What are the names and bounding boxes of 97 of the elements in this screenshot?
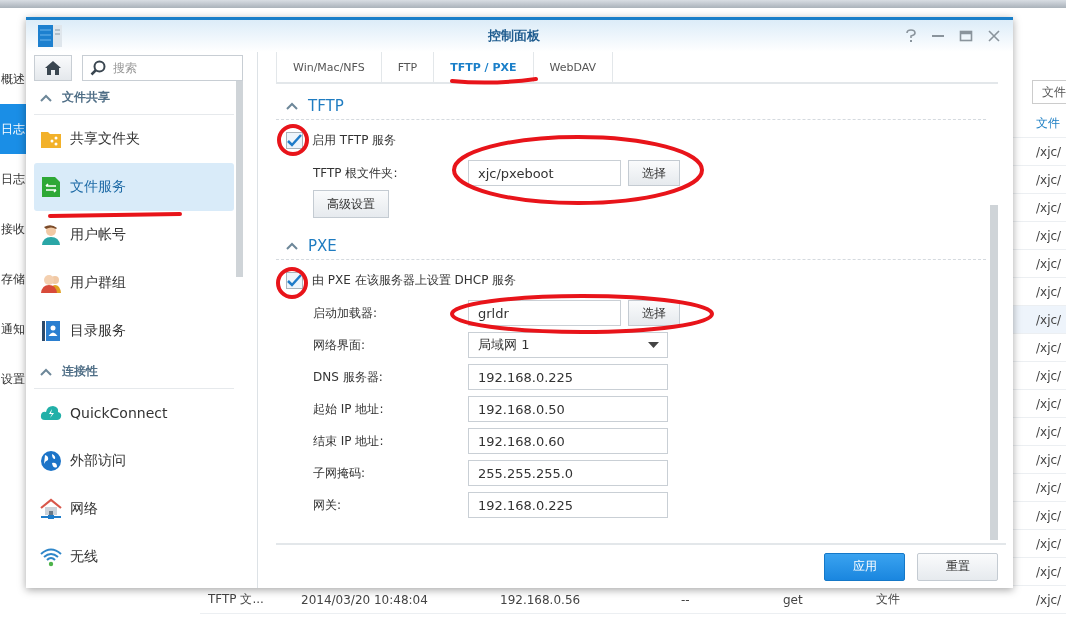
advanced-settings-button[interactable]: 高级设置 [313, 190, 389, 218]
input-field[interactable]: grldr [468, 300, 621, 326]
checkbox-label: 由 PXE 在该服务器上设置 DHCP 服务 [312, 271, 517, 289]
table-cell-text: /xjc/ [1035, 227, 1063, 245]
field-label: 网关: [313, 496, 343, 514]
caret-icon [648, 342, 659, 348]
section-header: 连接性 [62, 363, 98, 380]
table-cell-text: /xjc/ [1035, 339, 1063, 357]
checkbox[interactable] [286, 131, 303, 149]
table-cell-text: 2014/03/20 10:48:04 [300, 591, 429, 609]
sidebar-item[interactable]: 用户群组 [34, 259, 234, 307]
nav-item[interactable]: 接收 [0, 204, 26, 254]
field-label: 结束 IP 地址: [313, 432, 385, 450]
chevron-up-icon[interactable] [286, 241, 298, 250]
sidebar-item[interactable]: 文件服务 [34, 163, 234, 211]
scrollbar[interactable] [990, 205, 998, 540]
search-field[interactable]: 搜索 [82, 55, 243, 81]
browse-button[interactable]: 选择 [628, 160, 680, 186]
sidebar-item[interactable]: 网络 [34, 485, 234, 533]
table-cell-text: /xjc/ [1035, 507, 1063, 525]
nav-item[interactable]: 日志 [0, 104, 26, 154]
chevron-up-icon[interactable] [286, 101, 298, 110]
table-cell-text: /xjc/ [1035, 255, 1063, 273]
filter-field[interactable]: 文件 [1032, 80, 1066, 104]
reset-button[interactable]: 重置 [917, 552, 998, 581]
table-cell-text: get [782, 591, 804, 609]
tab[interactable]: WebDAV [533, 52, 614, 82]
table-cell-text: /xjc/ [1035, 591, 1063, 609]
input-field[interactable]: 192.168.0.50 [468, 396, 668, 422]
users-icon [40, 272, 62, 294]
table-cell-text: /xjc/ [1035, 199, 1063, 217]
table-cell-text: /xjc/ [1035, 535, 1063, 553]
input-field[interactable]: 192.168.0.60 [468, 428, 668, 454]
field-label: TFTP 根文件夹: [313, 164, 399, 182]
checkbox-label: 启用 TFTP 服务 [312, 131, 397, 149]
tab[interactable]: TFTP / PXE [434, 52, 534, 82]
annotation-circle [277, 124, 309, 156]
table-cell-text: /xjc/ [1035, 143, 1063, 161]
table-cell-text: /xjc/ [1035, 367, 1063, 385]
input-field[interactable]: 255.255.255.0 [468, 460, 668, 486]
field-label: 起始 IP 地址: [313, 400, 385, 418]
section-header: 文件共享 [62, 89, 110, 106]
maximize-icon[interactable] [959, 29, 973, 43]
home-icon [44, 60, 62, 76]
browse-button[interactable]: 选择 [628, 300, 680, 326]
field-label: DNS 服务器: [313, 368, 384, 386]
dropdown[interactable]: 局域网 1 [468, 332, 668, 358]
input-field[interactable]: 192.168.0.225 [468, 364, 668, 390]
help-icon[interactable] [905, 29, 917, 43]
chevron-up-icon[interactable] [40, 367, 52, 376]
nav-item[interactable]: 设置 [0, 354, 26, 404]
sidebar-item[interactable]: 目录服务 [34, 307, 234, 355]
column-header[interactable]: 文件 [1028, 110, 1066, 137]
input-field[interactable]: xjc/pxeboot [468, 160, 621, 186]
table-cell-text: /xjc/ [1035, 283, 1063, 301]
field-label: 子网掩码: [313, 464, 367, 482]
sidebar-item[interactable]: 外部访问 [34, 437, 234, 485]
nav-item[interactable]: 日志 [0, 154, 26, 204]
close-icon[interactable] [987, 29, 1001, 43]
field-label: 网络界面: [313, 336, 367, 354]
sidebar-item[interactable]: 无线 [34, 533, 234, 581]
home-button[interactable] [34, 55, 72, 81]
table-cell-text: TFTP 文... [207, 591, 265, 608]
table-cell-text: /xjc/ [1035, 451, 1063, 469]
control-panel-icon [38, 25, 62, 47]
table-cell-text: /xjc/ [1035, 395, 1063, 413]
sidebar-item[interactable]: 用户帐号 [34, 211, 234, 259]
nav-item[interactable]: 通知 [0, 304, 26, 354]
tab[interactable]: Win/Mac/NFS [276, 52, 382, 82]
section-title: PXE [308, 236, 337, 255]
table-cell-text: -- [680, 591, 691, 609]
table-cell-text: 文件 [875, 591, 901, 608]
section-title: TFTP [308, 96, 344, 115]
table-cell-text: 192.168.0.56 [499, 591, 582, 609]
nav-item[interactable]: 概述 [0, 54, 26, 104]
user-icon [40, 224, 62, 246]
file-arrows-icon [40, 176, 62, 198]
table-cell-text: /xjc/ [1035, 171, 1063, 189]
table-cell-text: /xjc/ [1035, 563, 1063, 581]
window-title: 控制面板 [486, 27, 541, 45]
table-cell-text: /xjc/ [1035, 479, 1063, 497]
table-cell-text: /xjc/ [1035, 311, 1063, 329]
nav-item[interactable]: 存储 [0, 254, 26, 304]
field-label: 启动加载器: [313, 304, 379, 322]
globe-icon [40, 450, 62, 472]
chevron-up-icon[interactable] [40, 93, 52, 102]
table-cell-text: /xjc/ [1035, 423, 1063, 441]
input-field[interactable]: 192.168.0.225 [468, 492, 668, 518]
sidebar-item[interactable]: QuickConnect [34, 389, 234, 437]
house-icon [40, 498, 62, 520]
sidebar-item[interactable]: 共享文件夹 [34, 115, 234, 163]
contact-book-icon [40, 320, 62, 342]
wifi-icon [40, 546, 62, 568]
annotation-circle [276, 267, 308, 299]
search-icon [90, 60, 106, 76]
scrollbar[interactable] [236, 81, 243, 277]
tab[interactable]: FTP [381, 52, 435, 82]
